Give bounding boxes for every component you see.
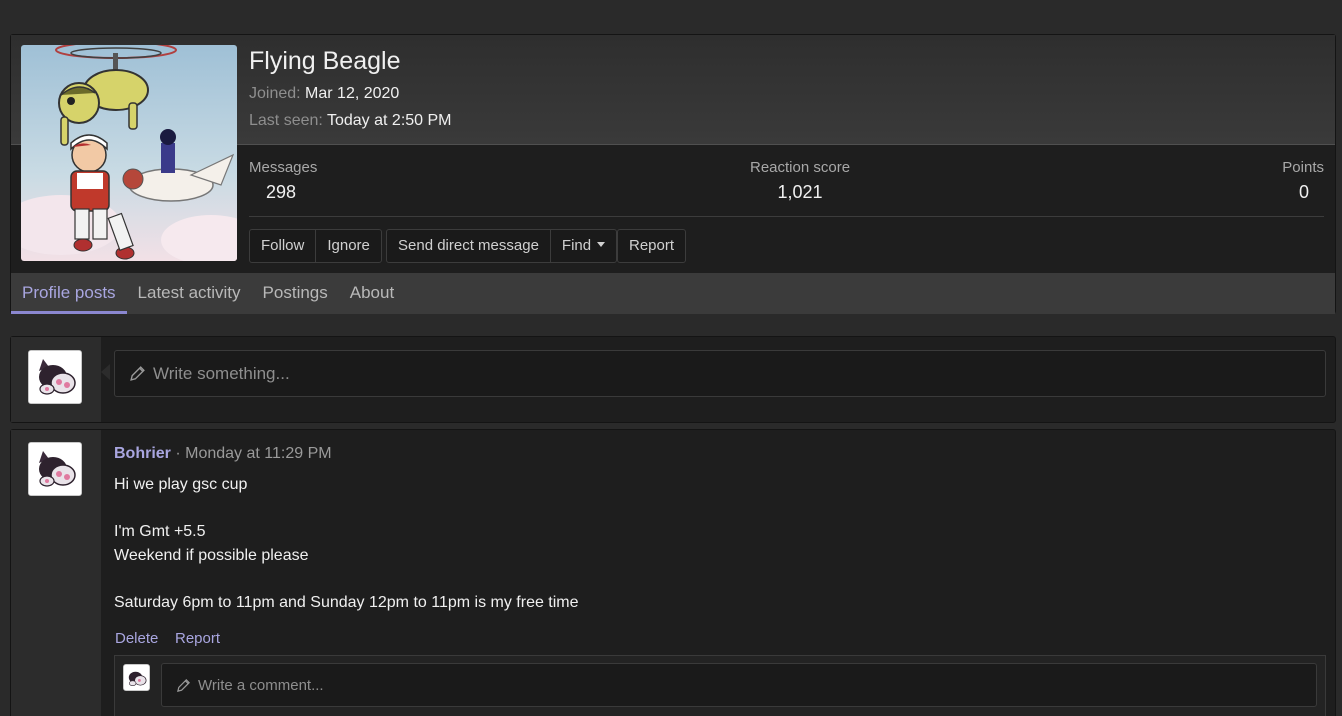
tab-about[interactable]: About bbox=[339, 273, 405, 314]
profile-post-composer: Write something... bbox=[10, 336, 1336, 423]
avatar-illustration bbox=[21, 45, 237, 261]
composer-pointer bbox=[101, 364, 110, 380]
follow-button[interactable]: Follow bbox=[250, 230, 317, 262]
stat-reaction-value[interactable]: 1,021 bbox=[750, 182, 850, 203]
write-comment-input[interactable]: Write a comment... bbox=[161, 663, 1317, 707]
avatar-pokemon-icon bbox=[29, 351, 81, 403]
stat-reaction-score[interactable]: Reaction score 1,021 bbox=[750, 159, 850, 203]
profile-avatar[interactable] bbox=[21, 45, 237, 261]
write-something-placeholder: Write something... bbox=[153, 363, 290, 383]
joined-line: Joined: Mar 12, 2020 bbox=[249, 85, 399, 103]
tab-latest-activity[interactable]: Latest activity bbox=[127, 273, 252, 314]
stat-messages-label: Messages bbox=[249, 159, 318, 176]
last-seen-line: Last seen: Today at 2:50 PM bbox=[249, 112, 452, 130]
stat-messages[interactable]: Messages 298 bbox=[249, 159, 317, 203]
report-group: Report bbox=[617, 229, 687, 263]
tab-profile-posts[interactable]: Profile posts bbox=[11, 273, 127, 314]
last-seen-label: Last seen: bbox=[249, 112, 323, 129]
pencil-icon bbox=[176, 678, 191, 693]
current-user-avatar[interactable] bbox=[28, 350, 82, 404]
joined-label: Joined: bbox=[249, 85, 301, 102]
find-dropdown-button[interactable]: Find bbox=[551, 230, 616, 262]
report-post-link[interactable]: Report bbox=[175, 630, 220, 647]
send-direct-message-button[interactable]: Send direct message bbox=[387, 230, 551, 262]
pencil-icon bbox=[129, 365, 146, 382]
stat-points[interactable]: Points 0 bbox=[1282, 159, 1324, 203]
tab-postings[interactable]: Postings bbox=[252, 273, 339, 314]
avatar-pokemon-icon bbox=[29, 443, 81, 495]
profile-username: Flying Beagle bbox=[249, 47, 401, 75]
stat-messages-value[interactable]: 298 bbox=[249, 182, 317, 203]
post-author-avatar[interactable] bbox=[28, 442, 82, 496]
avatar-pokemon-icon bbox=[124, 665, 149, 690]
post-timestamp[interactable]: Monday at 11:29 PM bbox=[185, 445, 331, 462]
post-text-line: Weekend if possible please bbox=[114, 547, 309, 564]
post-header: Bohrier · Monday at 11:29 PM bbox=[114, 445, 332, 463]
ignore-button[interactable]: Ignore bbox=[316, 230, 381, 262]
comment-user-avatar[interactable] bbox=[123, 664, 150, 691]
comment-section: Write a comment... bbox=[114, 655, 1326, 716]
stat-points-label: Points bbox=[1282, 159, 1324, 176]
message-find-group: Send direct message Find bbox=[386, 229, 618, 263]
profile-header: Flying Beagle Joined: Mar 12, 2020 Last … bbox=[10, 34, 1336, 314]
write-comment-placeholder: Write a comment... bbox=[198, 676, 324, 694]
write-something-input[interactable]: Write something... bbox=[114, 350, 1326, 397]
last-seen-value[interactable]: Today at 2:50 PM bbox=[327, 112, 452, 129]
post-text-line: Hi we play gsc cup bbox=[114, 476, 248, 493]
find-label: Find bbox=[561, 237, 592, 254]
follow-ignore-group: Follow Ignore bbox=[249, 229, 382, 263]
post-separator: · bbox=[170, 445, 186, 462]
caret-down-icon bbox=[597, 242, 606, 247]
report-profile-button[interactable]: Report bbox=[618, 230, 685, 262]
post-author-link[interactable]: Bohrier bbox=[114, 445, 171, 462]
stats-divider bbox=[249, 216, 1324, 217]
post-text-line: Saturday 6pm to 11pm and Sunday 12pm to … bbox=[114, 594, 579, 611]
profile-post: Bohrier · Monday at 11:29 PM Hi we play … bbox=[10, 429, 1336, 716]
profile-tabs: Profile posts Latest activity Postings A… bbox=[11, 273, 1335, 314]
joined-value: Mar 12, 2020 bbox=[305, 85, 400, 102]
stat-reaction-label: Reaction score bbox=[750, 159, 851, 176]
stat-points-value[interactable]: 0 bbox=[1282, 182, 1324, 203]
post-text-line: I'm Gmt +5.5 bbox=[114, 523, 206, 540]
delete-post-link[interactable]: Delete bbox=[115, 630, 158, 647]
